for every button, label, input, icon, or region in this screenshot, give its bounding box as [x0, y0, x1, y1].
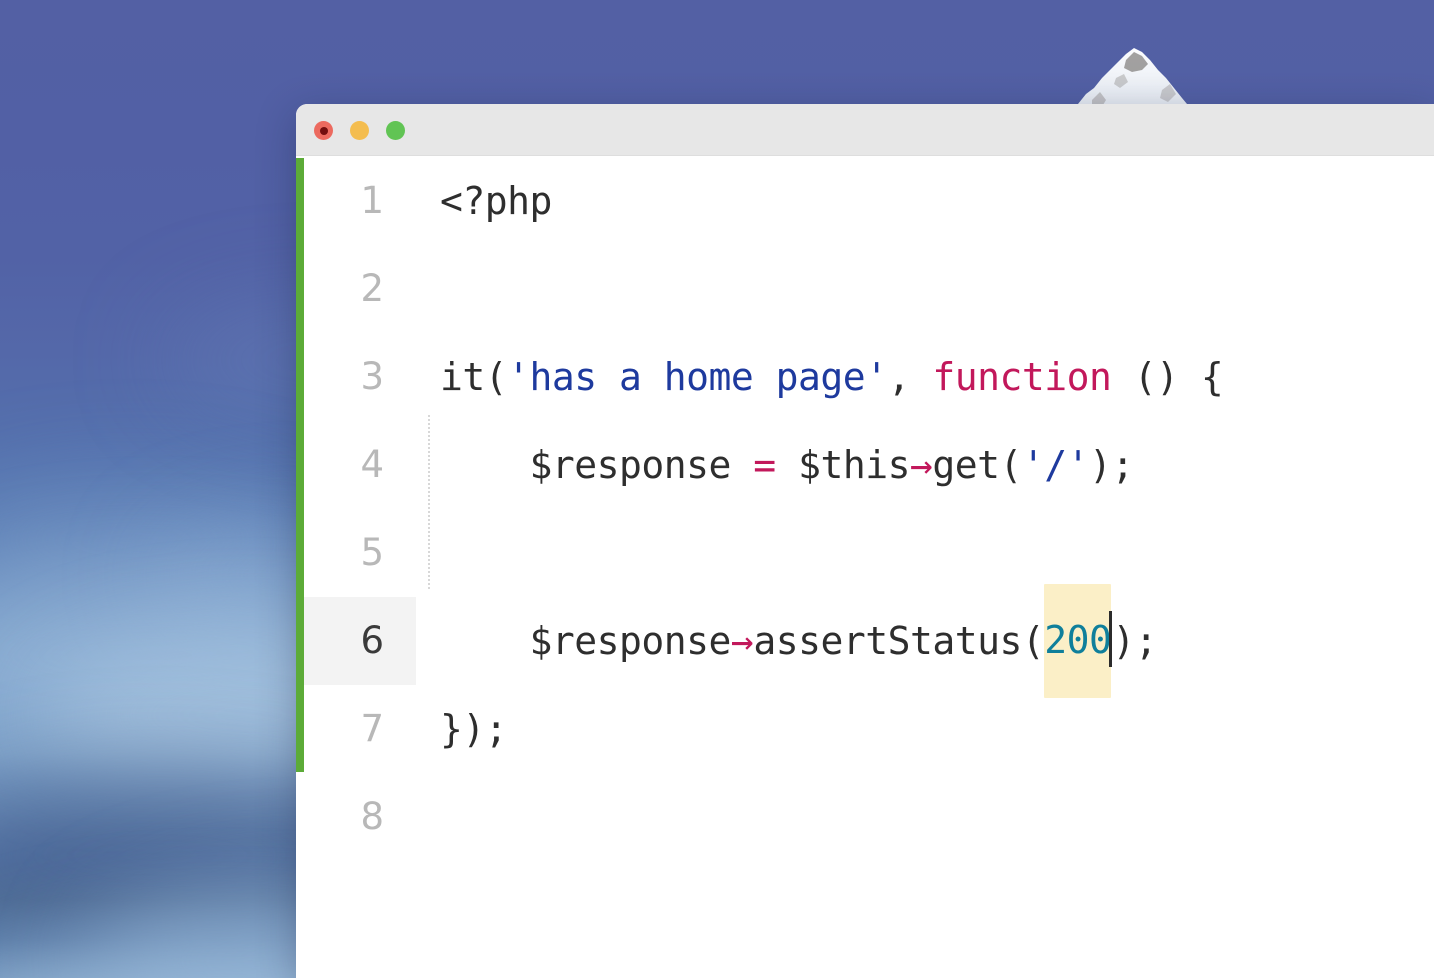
- maximize-window-button[interactable]: [386, 121, 405, 140]
- code-line[interactable]: 4 $response = $this → get('/');: [304, 421, 1434, 509]
- line-number[interactable]: 6: [304, 597, 416, 685]
- code-token: →: [730, 619, 754, 663]
- code-token: );: [1112, 619, 1158, 663]
- code-line-content[interactable]: [416, 245, 1434, 333]
- code-line-content[interactable]: $response → assertStatus(200);: [416, 584, 1434, 698]
- vcs-modified-stripe: [296, 158, 304, 772]
- code-line[interactable]: 3 it('has a home page', function () {: [304, 333, 1434, 421]
- code-line[interactable]: 8: [304, 773, 1434, 861]
- close-window-button[interactable]: [314, 121, 333, 140]
- cloud-blotch: [0, 480, 320, 600]
- text-caret: [1109, 611, 1113, 667]
- selected-token: 200: [1044, 584, 1112, 698]
- code-token: =: [753, 443, 776, 487]
- code-token: $response: [440, 619, 732, 663]
- minimize-window-button[interactable]: [350, 121, 369, 140]
- line-number[interactable]: 7: [304, 685, 416, 773]
- code-line-content[interactable]: });: [416, 685, 1434, 773]
- code-line-content[interactable]: [416, 509, 1434, 597]
- line-number[interactable]: 5: [304, 509, 416, 597]
- line-number[interactable]: 3: [304, 333, 416, 421]
- window-titlebar[interactable]: [296, 104, 1434, 156]
- code-token: function: [932, 355, 1112, 399]
- code-token: 'has a home page': [507, 355, 888, 399]
- code-token: '/': [1021, 443, 1090, 487]
- code-line-content[interactable]: it('has a home page', function () {: [416, 333, 1434, 421]
- code-line[interactable]: 5: [304, 509, 1434, 597]
- code-line-content[interactable]: $response = $this → get('/');: [416, 421, 1434, 509]
- code-line-content[interactable]: <?php: [416, 157, 1434, 245]
- code-line[interactable]: 7});: [304, 685, 1434, 773]
- code-token: assertStatus(: [753, 619, 1045, 663]
- code-token: get(: [932, 443, 1022, 487]
- close-icon: [319, 126, 328, 135]
- code-token: );: [1089, 443, 1134, 487]
- code-lines-container: 1 <?php 2 3 it('has a home page', function (…: [304, 157, 1434, 861]
- code-line[interactable]: 6 $response → assertStatus(200);: [304, 584, 1434, 698]
- code-token: <?php: [440, 179, 552, 223]
- line-number[interactable]: 2: [304, 245, 416, 333]
- code-token: });: [440, 707, 508, 751]
- code-editor-pane[interactable]: 1 <?php 2 3 it('has a home page', function (…: [304, 157, 1434, 978]
- code-editor-window: 1 <?php 2 3 it('has a home page', function (…: [296, 104, 1434, 978]
- code-token: $this: [775, 443, 910, 487]
- line-number[interactable]: 8: [304, 773, 416, 861]
- code-token: $response: [440, 443, 754, 487]
- code-line[interactable]: 2: [304, 245, 1434, 333]
- code-line-content[interactable]: [416, 773, 1434, 861]
- code-line[interactable]: 1 <?php: [304, 157, 1434, 245]
- code-token: () {: [1111, 355, 1224, 399]
- code-token: ,: [887, 355, 933, 399]
- code-token: it(: [440, 355, 508, 399]
- line-number[interactable]: 1: [304, 157, 416, 245]
- line-number[interactable]: 4: [304, 421, 416, 509]
- code-token: →: [909, 443, 933, 487]
